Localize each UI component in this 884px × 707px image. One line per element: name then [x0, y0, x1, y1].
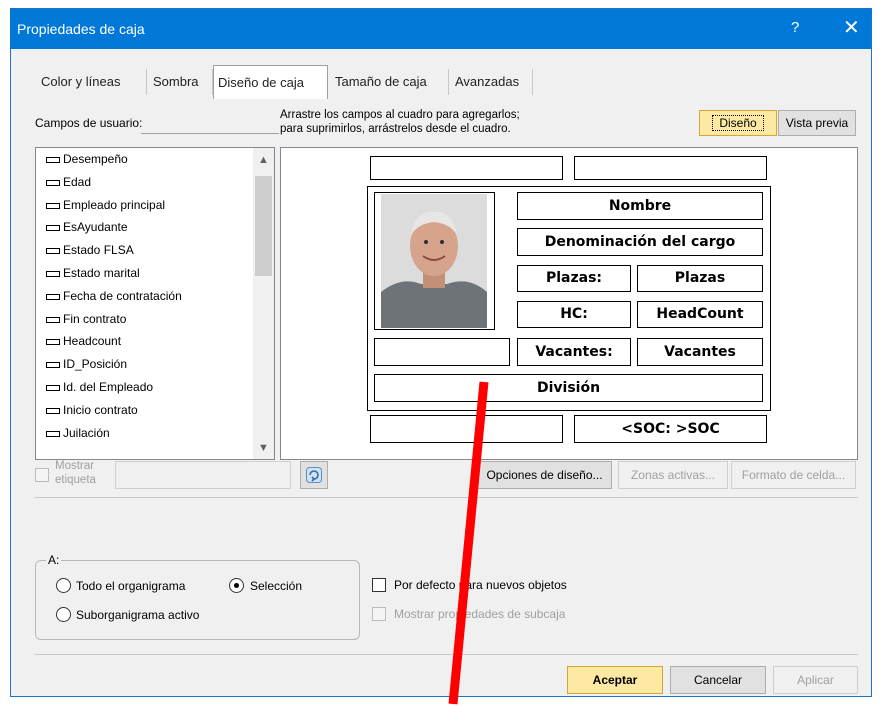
- red-annotation-line: [448, 381, 489, 705]
